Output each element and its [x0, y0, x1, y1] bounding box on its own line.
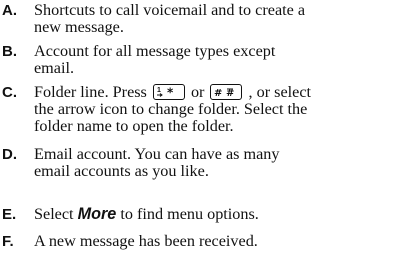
svg-text:#: #: [214, 88, 222, 99]
legend-letter: C.: [2, 84, 17, 101]
legend-text: Folder line. Press 1 * or # # , or selec…: [34, 84, 396, 135]
text-fragment: Folder line. Press: [34, 83, 147, 101]
text-line: folder name to open the folder.: [34, 117, 234, 135]
legend-letter: B.: [2, 43, 17, 60]
legend-letter: E.: [2, 206, 17, 223]
legend-text: A new message has been received.: [34, 233, 396, 250]
text-line: Shortcuts to call voicemail and to creat…: [34, 1, 306, 19]
legend-text: Account for all message types except ema…: [34, 43, 396, 77]
text-line: Folder line. Press 1 * or # # , or selec…: [34, 84, 396, 101]
text-line: email.: [34, 59, 75, 77]
text-fragment: Select: [34, 205, 78, 223]
legend-text: Shortcuts to call voicemail and to creat…: [34, 2, 396, 36]
svg-text:1: 1: [157, 87, 161, 94]
text-fragment: or: [190, 83, 205, 101]
legend-letter: A.: [2, 2, 17, 19]
text-line: new message.: [34, 18, 124, 36]
text-line: Select More to find menu options.: [34, 206, 396, 223]
more-softkey-label: More: [77, 205, 117, 223]
hash-key-icon: # #: [210, 84, 243, 100]
text-fragment: , or select: [248, 83, 312, 101]
legend-text: Select More to find menu options.: [34, 206, 396, 223]
text-line: email accounts as you like.: [34, 162, 209, 180]
svg-text:#: #: [226, 88, 234, 99]
text-fragment: to find menu options.: [116, 205, 259, 223]
legend-letter: F.: [2, 233, 14, 250]
legend-list: A. Shortcuts to call voicemail and to cr…: [0, 0, 396, 273]
text-line: Account for all message types except: [34, 42, 276, 60]
text-line: the arrow icon to change folder. Select …: [34, 100, 308, 118]
star-key-icon: 1 *: [152, 84, 185, 100]
legend-letter: D.: [2, 146, 17, 163]
text-line: Email account. You can have as many: [34, 145, 280, 163]
svg-text:*: *: [167, 86, 174, 100]
text-line: A new message has been received.: [34, 232, 258, 250]
legend-text: Email account. You can have as many emai…: [34, 146, 396, 180]
